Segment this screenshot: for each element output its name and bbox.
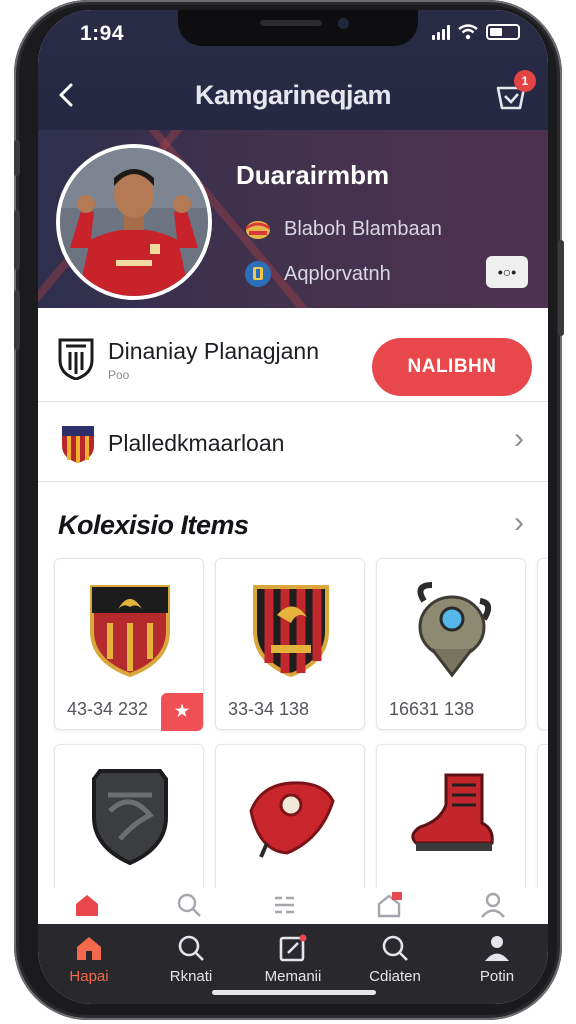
app-screen: 1:94 Kamgarineqjam 1 Duarairmbm Blaboh B… [38,10,548,1004]
front-camera [338,18,349,29]
collection-item-card[interactable]: 33-34 138 [215,558,365,730]
app-header: 1:94 Kamgarineqjam 1 [38,10,548,130]
collection-item-card[interactable]: 16631 138 [376,558,526,730]
club-crest-icon [245,261,271,287]
crest-badge-icon [90,585,170,678]
grid-icon [275,896,294,914]
signal-icon [432,24,450,40]
profile-icon [481,892,505,918]
item-price: 43-34 232 [67,699,149,719]
player-nation: Blaboh Blambaan [244,218,442,241]
tab-home[interactable]: Hapai [38,924,140,1004]
nation-flag-icon [246,220,270,239]
player-club: Aqplorvatnh [244,260,391,288]
search-icon [177,893,201,917]
item-tag-button[interactable]: ★ [161,693,203,731]
team-crest-icon [62,426,94,463]
profile-banner: Duarairmbm Blaboh Blambaan Aqplorvatnh •… [38,130,548,308]
mute-switch [14,140,20,176]
cart-badge: 1 [514,70,536,92]
share-button[interactable]: •○• [486,256,528,288]
battery-icon [486,24,520,40]
helmet-charm-icon [417,582,492,678]
tab-label: Memanii [264,968,322,985]
tab-label: Potin [479,968,515,985]
wifi-icon [458,24,478,40]
red-boot-icon [411,773,494,851]
tab-label: Cdiaten [369,968,421,985]
speaker [260,20,322,26]
edit-icon [279,934,307,962]
dark-shield-icon [92,769,168,865]
profile-icon [485,936,509,961]
home-indicator [212,990,376,995]
item-price: 33-34 138 [228,699,310,719]
tab-label: Rknati [169,968,213,985]
home-icon [76,895,98,916]
status-time: 1:94 [80,22,125,45]
player-nation-text: Blaboh Blambaan [284,218,442,240]
tab-profile[interactable]: Potin [446,924,548,1004]
chevron-right-icon: › [514,422,524,455]
team-row[interactable]: Plalledkmaarloan › [38,402,548,482]
collection-more-icon[interactable]: › [514,506,524,540]
volume-up-button [14,210,20,270]
notch [178,10,418,46]
home-icon [77,937,101,960]
volume-down-button [14,290,20,350]
cart-button[interactable]: 1 [494,70,536,114]
status-icons [432,24,520,40]
club-logo-icon [58,338,94,380]
item-price: 16631 138 [389,699,475,719]
collection-item-card[interactable]: 43-34 232 ★ [54,558,204,731]
player-name: Duarairmbm [236,160,390,190]
club-name: Dinaniay Planagjann [108,338,319,364]
striped-shield-icon [253,585,329,678]
club-subtitle: Poo [108,368,130,382]
search-icon [178,935,204,961]
search-icon [382,935,408,961]
red-cap-icon [249,781,335,858]
player-club-text: Aqplorvatnh [284,262,391,285]
collection-item-card-partial[interactable] [537,558,548,730]
follow-button[interactable]: NALIBHN [372,338,532,396]
store-icon [377,892,402,918]
tab-label: Hapai [69,968,109,985]
club-row[interactable]: Dinaniay Planagjann Poo NALIBHN [38,308,548,402]
team-name: Plalledkmaarloan [108,430,285,456]
player-avatar [56,144,212,300]
power-button [558,240,564,336]
collection-title: Kolexisio Items [58,510,249,540]
page-title: Kamgarineqjam [194,80,392,110]
